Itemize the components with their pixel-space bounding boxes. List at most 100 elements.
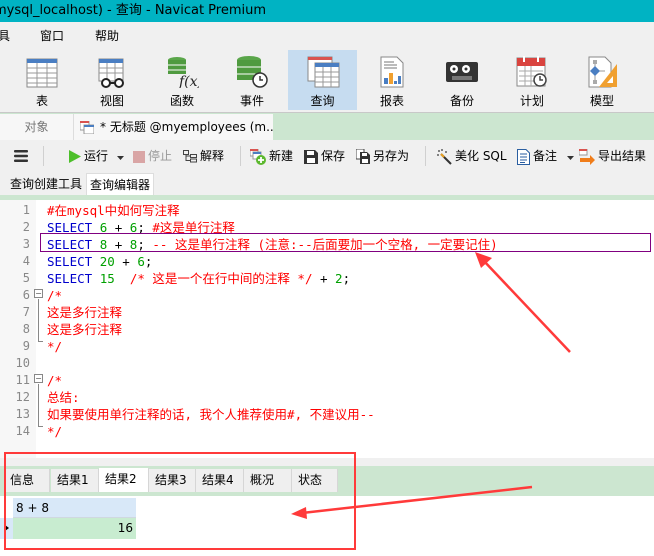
query-icon — [307, 56, 339, 88]
ribbon-query[interactable]: 查询 — [288, 50, 357, 110]
beautify-sql-button[interactable]: 美化 SQL — [436, 147, 507, 165]
view-icon — [98, 58, 124, 88]
ribbon-label: 视图 — [99, 94, 124, 108]
explain-button[interactable]: 解释 — [183, 147, 224, 165]
ribbon-toolbar: 表 视图 f(x) 函数 事件 — [0, 48, 654, 112]
tab-query-label: * 无标题 @myemployees (m... — [100, 120, 273, 134]
ribbon-table[interactable]: 表 — [10, 50, 74, 110]
editor-subtabs: 查询创建工具 查询编辑器 — [0, 172, 654, 195]
line-number: 8 — [22, 322, 30, 336]
tab-result-1[interactable]: 结果1 — [51, 469, 99, 492]
code-text: 这是多行注释 — [47, 322, 123, 337]
ribbon-view[interactable]: 视图 — [80, 50, 144, 110]
notes-button[interactable]: 备注 — [517, 147, 557, 165]
title-bar: mysql_localhost) - 查询 - Navicat Premium — [0, 0, 654, 22]
line-number: 7 — [22, 305, 30, 319]
save-label: 保存 — [321, 149, 346, 163]
line-number: 6 — [22, 288, 30, 302]
line-number: 10 — [15, 356, 30, 370]
line-number: 14 — [15, 424, 30, 438]
ribbon-label: 事件 — [239, 94, 264, 108]
menu-window[interactable]: 窗口 — [40, 27, 64, 44]
backup-icon — [446, 62, 478, 82]
sql-editor[interactable]: 1 #在mysql中如何写注释 2 SELECT 6 + 6; #这是单行注释 3 SEL… — [0, 200, 654, 458]
line-number: 4 — [22, 254, 30, 268]
report-icon — [380, 56, 404, 88]
code-text: 总结: — [47, 390, 80, 405]
table-icon — [26, 58, 58, 88]
tab-status[interactable]: 状态 — [292, 469, 338, 492]
notes-label: 备注 — [533, 149, 558, 163]
function-icon: f(x) — [168, 57, 199, 88]
save-button[interactable]: 保存 — [304, 147, 345, 165]
tab-result-3[interactable]: 结果3 — [149, 469, 196, 492]
chevron-down-icon — [567, 156, 574, 160]
row-indicator — [0, 518, 13, 539]
new-query-icon — [250, 148, 266, 165]
stop-label: 停止 — [148, 149, 173, 163]
tab-result-2[interactable]: 结果2 — [99, 468, 149, 492]
tab-objects[interactable]: 对象 — [0, 114, 73, 141]
svg-text:f(x): f(x) — [178, 74, 199, 88]
model-icon — [588, 56, 617, 88]
current-row-icon — [5, 525, 9, 531]
line-number: 1 — [22, 203, 30, 217]
ribbon-label: 模型 — [589, 94, 614, 108]
export-results-button[interactable]: 导出结果 — [579, 147, 646, 165]
tab-result-4[interactable]: 结果4 — [196, 469, 244, 492]
tab-query-builder[interactable]: 查询创建工具 — [7, 173, 85, 195]
ribbon-label: 报表 — [379, 94, 404, 108]
save-as-icon — [356, 149, 370, 164]
menu-tools[interactable]: 具 — [0, 27, 10, 44]
menu-help[interactable]: 帮助 — [95, 27, 119, 44]
code-text: 如果要使用单行注释的话, 我个人推荐使用#, 不建议用-- — [47, 407, 375, 422]
new-query-button[interactable]: 新建 — [250, 147, 293, 165]
new-label: 新建 — [269, 149, 294, 163]
run-dropdown-button[interactable] — [117, 147, 124, 165]
ribbon-report[interactable]: 报表 — [360, 50, 424, 110]
tab-overview[interactable]: 概况 — [244, 469, 292, 492]
tab-query-untitled[interactable]: * 无标题 @myemployees (m... — [73, 114, 273, 141]
tab-query-editor[interactable]: 查询编辑器 — [86, 173, 155, 195]
ribbon-label: 备份 — [449, 94, 474, 108]
ribbon-label: 查询 — [310, 94, 335, 108]
ribbon-backup[interactable]: 备份 — [430, 50, 494, 110]
ribbon-label: 表 — [35, 94, 48, 108]
line-number: 12 — [15, 390, 30, 404]
results-panel: 信息 结果1 结果2 结果3 结果4 概况 状态 8 + 8 16 — [0, 458, 654, 556]
code-text: */ — [47, 339, 63, 354]
line-number: 11 — [15, 373, 30, 387]
save-as-button[interactable]: 另存为 — [356, 147, 409, 165]
code-text: 这是多行注释 — [47, 305, 123, 320]
ribbon-model[interactable]: 模型 — [570, 50, 634, 110]
notes-icon — [517, 148, 530, 165]
notes-dropdown-button[interactable] — [567, 147, 574, 165]
results-tab-strip: 信息 结果1 结果2 结果3 结果4 概况 状态 — [0, 466, 654, 496]
line-number: 13 — [15, 407, 30, 421]
export-icon — [579, 148, 595, 165]
result-grid: 8 + 8 16 — [0, 496, 654, 556]
ribbon-schedule[interactable]: 计划 — [500, 50, 564, 110]
code-text: SELECT 20 + 6; — [47, 254, 153, 269]
window-title: mysql_localhost) - 查询 - Navicat Premium — [0, 3, 267, 18]
save-icon — [304, 149, 318, 164]
code-text: */ — [47, 424, 63, 439]
column-header[interactable]: 8 + 8 — [13, 498, 136, 518]
code-text: /* — [47, 288, 63, 303]
event-icon — [237, 56, 268, 88]
ribbon-event[interactable]: 事件 — [220, 50, 284, 110]
schedule-icon — [516, 56, 547, 87]
code-text: /* — [47, 373, 63, 388]
fold-toggle-icon[interactable]: − — [34, 374, 43, 383]
fold-toggle-icon[interactable]: − — [34, 289, 43, 298]
code-text: SELECT 15 /* 这是一个在行中间的注释 */ + 2; — [47, 271, 351, 286]
menu-hamburger-button[interactable] — [14, 149, 28, 167]
line-number: 5 — [22, 271, 30, 285]
table-cell[interactable]: 16 — [13, 518, 136, 539]
query-tab-icon — [80, 121, 94, 134]
ribbon-function[interactable]: f(x) 函数 — [150, 50, 214, 110]
save-as-label: 另存为 — [373, 149, 410, 163]
tab-info[interactable]: 信息 — [4, 469, 50, 492]
run-button[interactable]: 运行 — [68, 147, 108, 165]
stop-button[interactable]: 停止 — [133, 147, 172, 165]
